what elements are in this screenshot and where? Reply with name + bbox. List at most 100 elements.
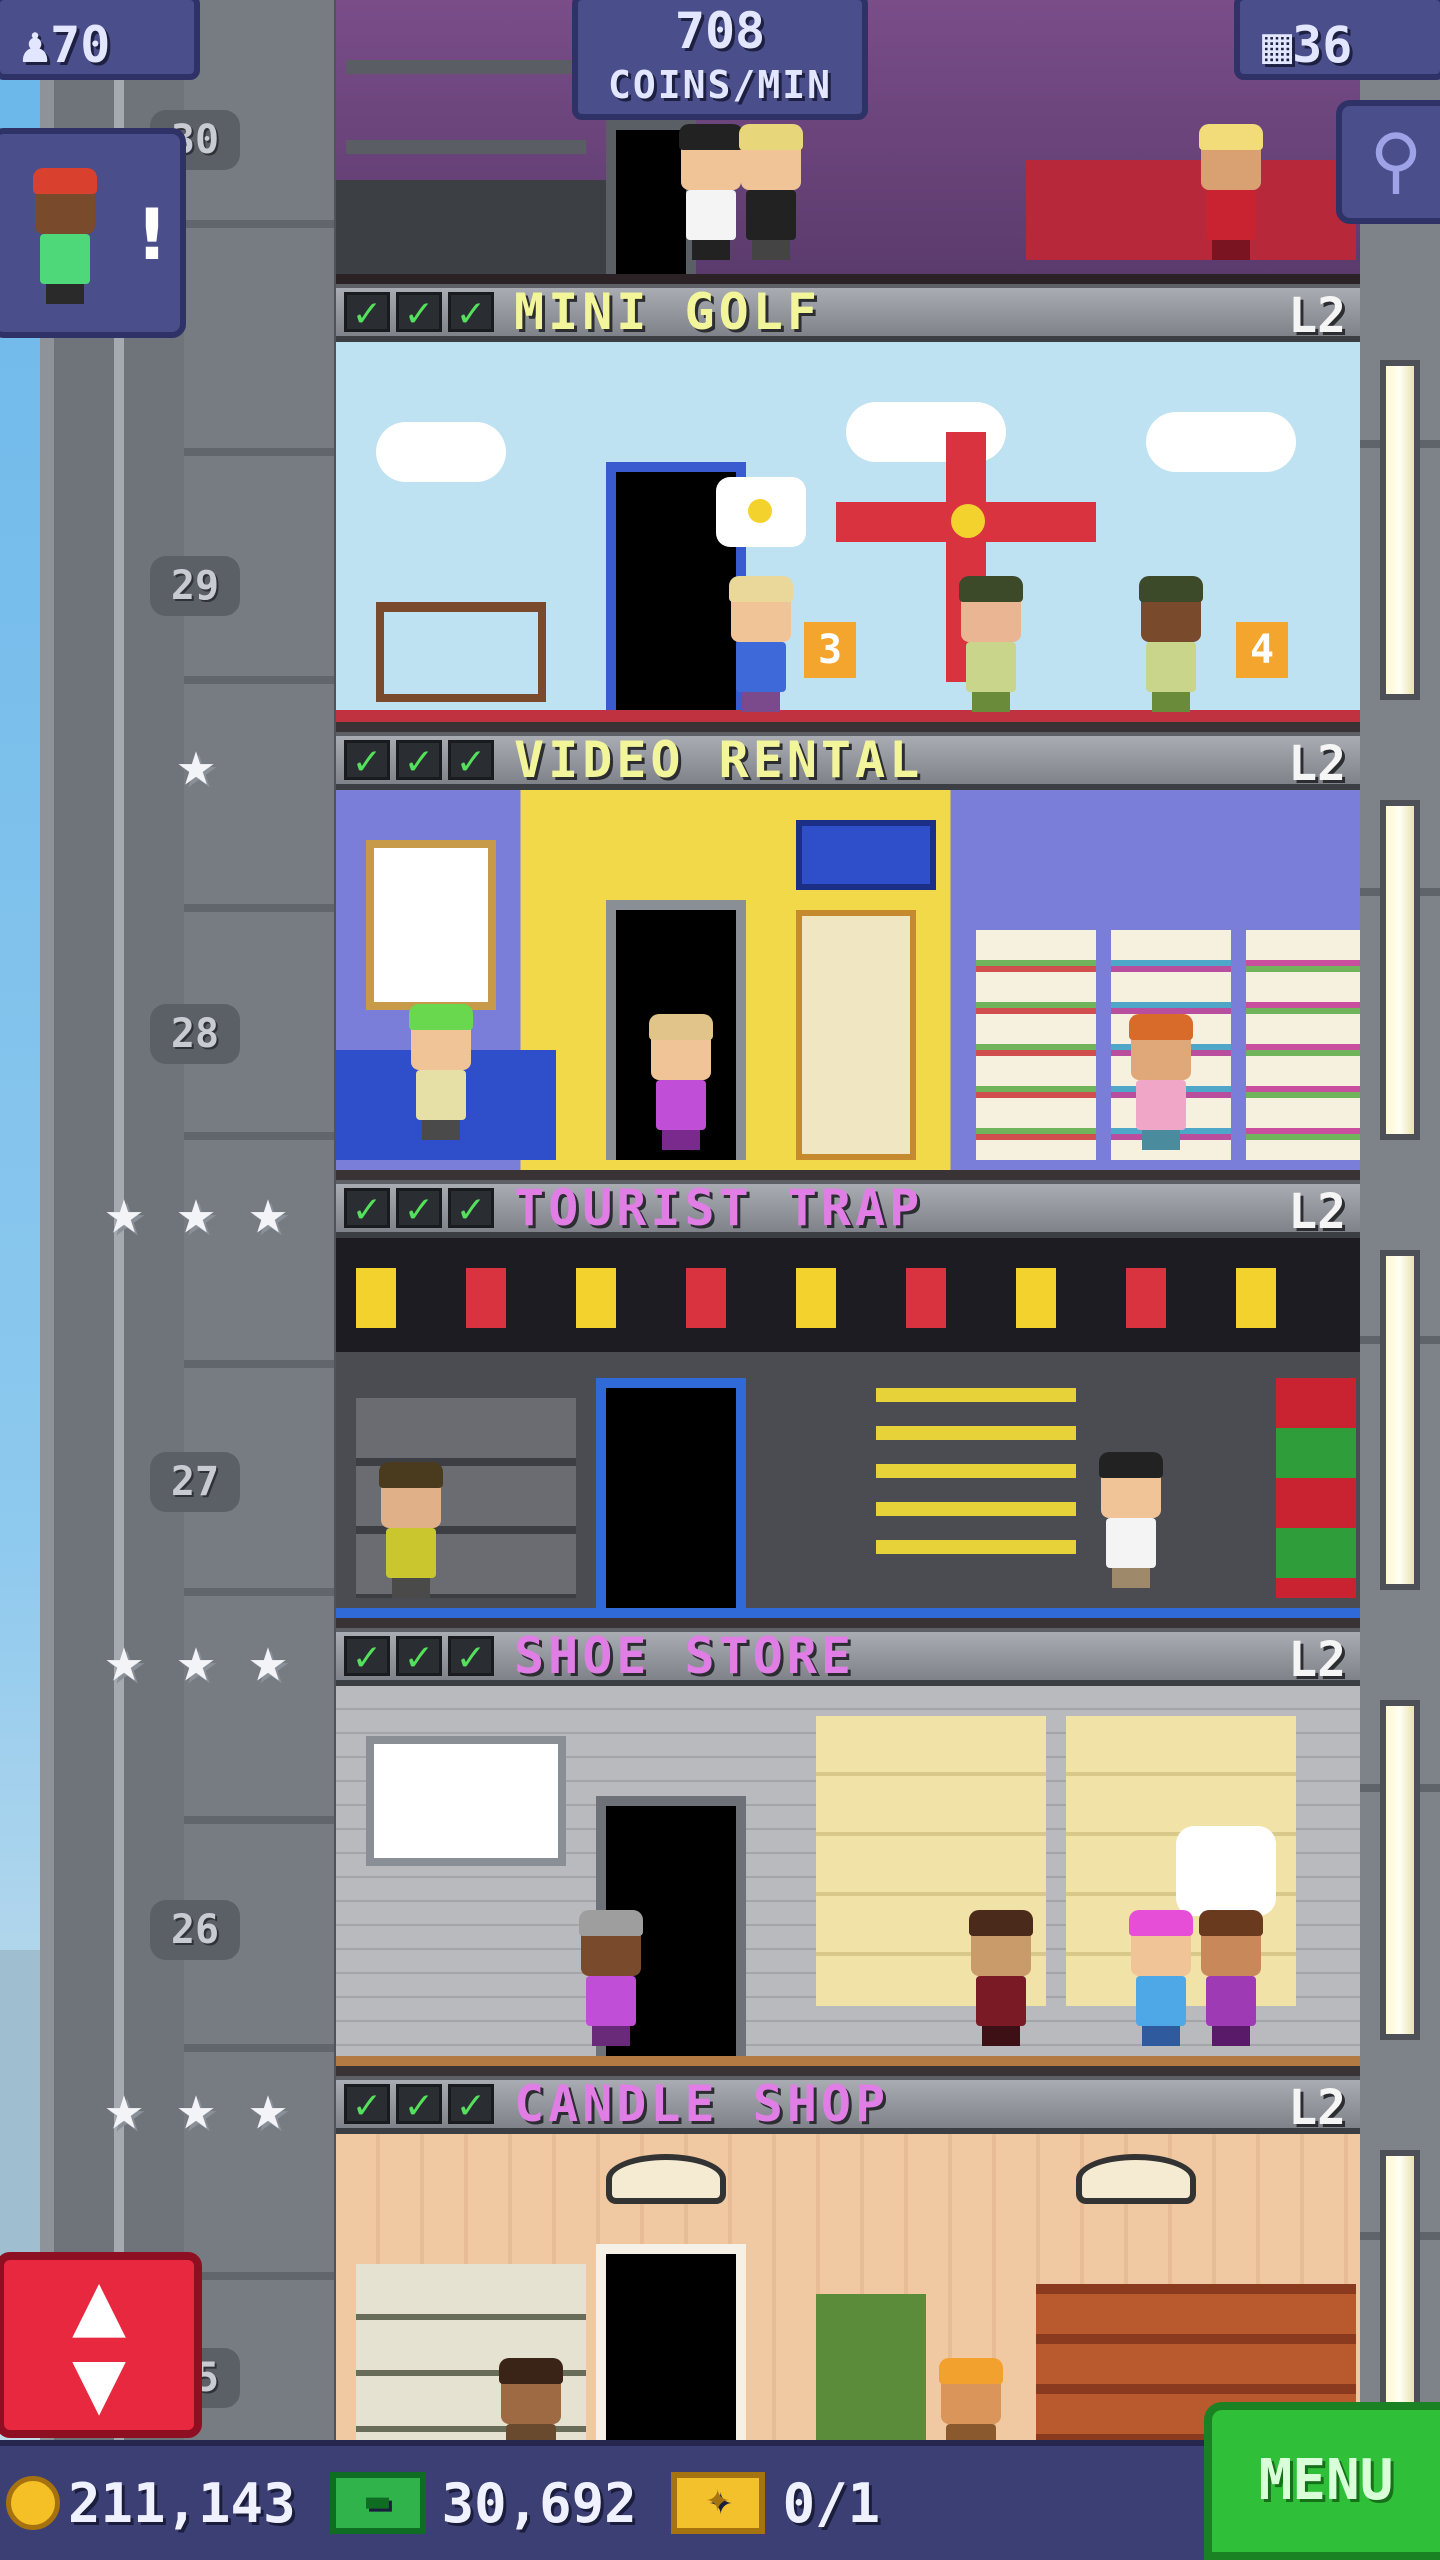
bitizen[interactable] (576, 1910, 646, 2046)
room-interior (336, 790, 1360, 1180)
star-icon: ★ (104, 2071, 144, 2145)
video-shelf (976, 930, 1096, 1160)
check-icon: ✓ (448, 1188, 494, 1231)
star-icon: ★ (248, 2071, 288, 2145)
star-icon: ★ (104, 1623, 144, 1697)
check-icon: ✓ (448, 1636, 494, 1679)
check-icon: ✓ (344, 292, 390, 335)
floor-header: ✓ ✓ ✓ CANDLE SHOP L2 (336, 2075, 1360, 2136)
bitizen[interactable] (736, 124, 806, 260)
floor-name: CANDLE SHOP (514, 2075, 890, 2133)
coins-balance[interactable]: 211,143 (6, 2472, 296, 2535)
bitizen[interactable] (1096, 1452, 1166, 1588)
elevator-stars: ★ (164, 732, 228, 796)
coins-per-min-label: COINS/MIN (608, 63, 832, 107)
ticket-sign (796, 820, 936, 890)
person-icon: ♟ (20, 16, 51, 74)
keychain-rack (876, 1388, 1076, 1578)
doorway (596, 2244, 746, 2440)
star-icon: ★ (176, 2071, 216, 2145)
shoe-ad-poster (366, 1736, 566, 1866)
coins-per-min-value: 708 (674, 2, 766, 60)
up-down-arrows-icon: ▲ ▼ (72, 2264, 126, 2424)
bar-counter (336, 180, 636, 274)
visitor-avatar (30, 168, 100, 304)
floor-header: ✓ ✓ ✓ MINI GOLF L2 (336, 283, 1360, 344)
check-icon: ✓ (448, 292, 494, 335)
visitor-notification-button[interactable]: ! (0, 128, 186, 338)
window (1380, 800, 1420, 1140)
tickets-value: 0/1 (782, 2471, 881, 2535)
star-icon: ★ (248, 1623, 288, 1697)
coins-value: 211,143 (68, 2471, 296, 2535)
arcade-cabinet (796, 910, 916, 1160)
zoom-button[interactable]: ⚲ (1336, 100, 1440, 224)
bitizen[interactable] (956, 576, 1026, 712)
bux-value: 30,692 (441, 2471, 637, 2535)
floor-level: L2 (1288, 2080, 1346, 2136)
room-interior: 3 4 (336, 342, 1360, 732)
floors-counter[interactable]: ▦36 (1234, 0, 1440, 80)
elevator-stars: ★ ★ ★ (92, 2076, 300, 2140)
souvenir-display (356, 1268, 1336, 1328)
bitizen[interactable] (1196, 124, 1266, 260)
bitizen[interactable] (936, 2358, 1006, 2440)
floor-trim (336, 2056, 1360, 2066)
bitizen[interactable] (1196, 1910, 1266, 2046)
bux-balance[interactable]: ▬ 30,692 (329, 2471, 637, 2535)
doorway (596, 1378, 746, 1608)
thought-bubble (1176, 1826, 1276, 1916)
cloud-decoration (376, 422, 506, 482)
floor-number-label: 26 (150, 1900, 240, 1960)
windmill-hub (951, 504, 985, 538)
hole-sign: 4 (1236, 622, 1288, 678)
coins-per-min-display: 708 COINS/MIN (572, 0, 868, 120)
check-icon: ✓ (396, 2084, 442, 2127)
menu-button[interactable]: MENU (1204, 2402, 1440, 2560)
floor-name: TOURIST TRAP (514, 1179, 924, 1237)
coin-icon (6, 2476, 60, 2530)
window (1380, 2150, 1420, 2430)
bitizen[interactable] (646, 1014, 716, 1150)
plant-display (816, 2294, 926, 2440)
floor-number-label: 28 (150, 1004, 240, 1064)
bitizen[interactable] (406, 1004, 476, 1140)
elevator-button[interactable]: ▲ ▼ (0, 2252, 202, 2438)
shelf (346, 60, 586, 74)
cloud-decoration (1146, 412, 1296, 472)
check-icon: ✓ (396, 1188, 442, 1231)
elevator-stars: ★ ★ ★ (92, 1628, 300, 1692)
thought-bubble (716, 477, 806, 547)
check-icon: ✓ (344, 1188, 390, 1231)
floor-level: L2 (1288, 736, 1346, 792)
population-value: 70 (50, 16, 111, 74)
check-icon: ✓ (344, 1636, 390, 1679)
window (1380, 1250, 1420, 1590)
bitizen[interactable] (726, 576, 796, 712)
coin-icon (748, 499, 772, 523)
star-icon: ★ (104, 1175, 144, 1249)
bitizen[interactable] (376, 1462, 446, 1598)
golf-turf-edge (336, 710, 1360, 722)
bitizen[interactable] (1126, 1910, 1196, 2046)
star-icon: ★ (248, 1175, 288, 1249)
floor-level: L2 (1288, 1632, 1346, 1688)
population-counter[interactable]: ♟70 (0, 0, 200, 80)
bitizen[interactable] (1136, 576, 1206, 712)
star-icon: ★ (176, 1175, 216, 1249)
hole-sign: 3 (804, 622, 856, 678)
floor-name: MINI GOLF (514, 283, 821, 341)
bitizen[interactable] (966, 1910, 1036, 2046)
shelf (346, 140, 586, 154)
bitizen[interactable] (496, 2358, 566, 2440)
star-icon: ★ (176, 1623, 216, 1697)
floor-header: ✓ ✓ ✓ VIDEO RENTAL L2 (336, 731, 1360, 792)
bitizen[interactable] (1126, 1014, 1196, 1150)
room-interior (336, 2134, 1360, 2440)
room-interior (336, 1238, 1360, 1628)
check-icon: ✓ (344, 2084, 390, 2127)
window (1380, 1700, 1420, 2040)
building-icon: ▦ (1262, 16, 1293, 74)
tickets-balance[interactable]: ✦ 0/1 (670, 2471, 881, 2535)
ceiling-lamp (1076, 2154, 1196, 2204)
